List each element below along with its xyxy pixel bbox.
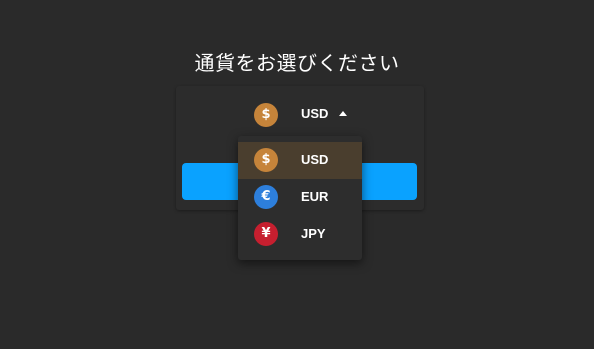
menu-item-label: EUR [301,189,329,204]
euro-coin-icon: € [254,185,278,209]
caret-up-icon [339,111,347,116]
yen-coin-icon: ¥ [254,222,278,246]
dialog-title: 通貨をお選びください [194,51,400,75]
selected-currency-code: USD [301,106,329,121]
menu-item-usd[interactable]: $ USD [238,142,362,179]
currency-dialog: 通貨をお選びください $ USD $ USD € EUR ¥ JPY [0,0,594,349]
menu-item-jpy[interactable]: ¥ JPY [238,216,362,253]
menu-item-label: JPY [301,226,326,241]
currency-dropdown-menu: $ USD € EUR ¥ JPY [238,136,362,260]
menu-item-label: USD [301,152,329,167]
dollar-coin-icon: $ [254,103,278,127]
menu-item-eur[interactable]: € EUR [238,179,362,216]
currency-selector[interactable]: $ USD [252,102,362,128]
dollar-coin-icon: $ [254,148,278,172]
